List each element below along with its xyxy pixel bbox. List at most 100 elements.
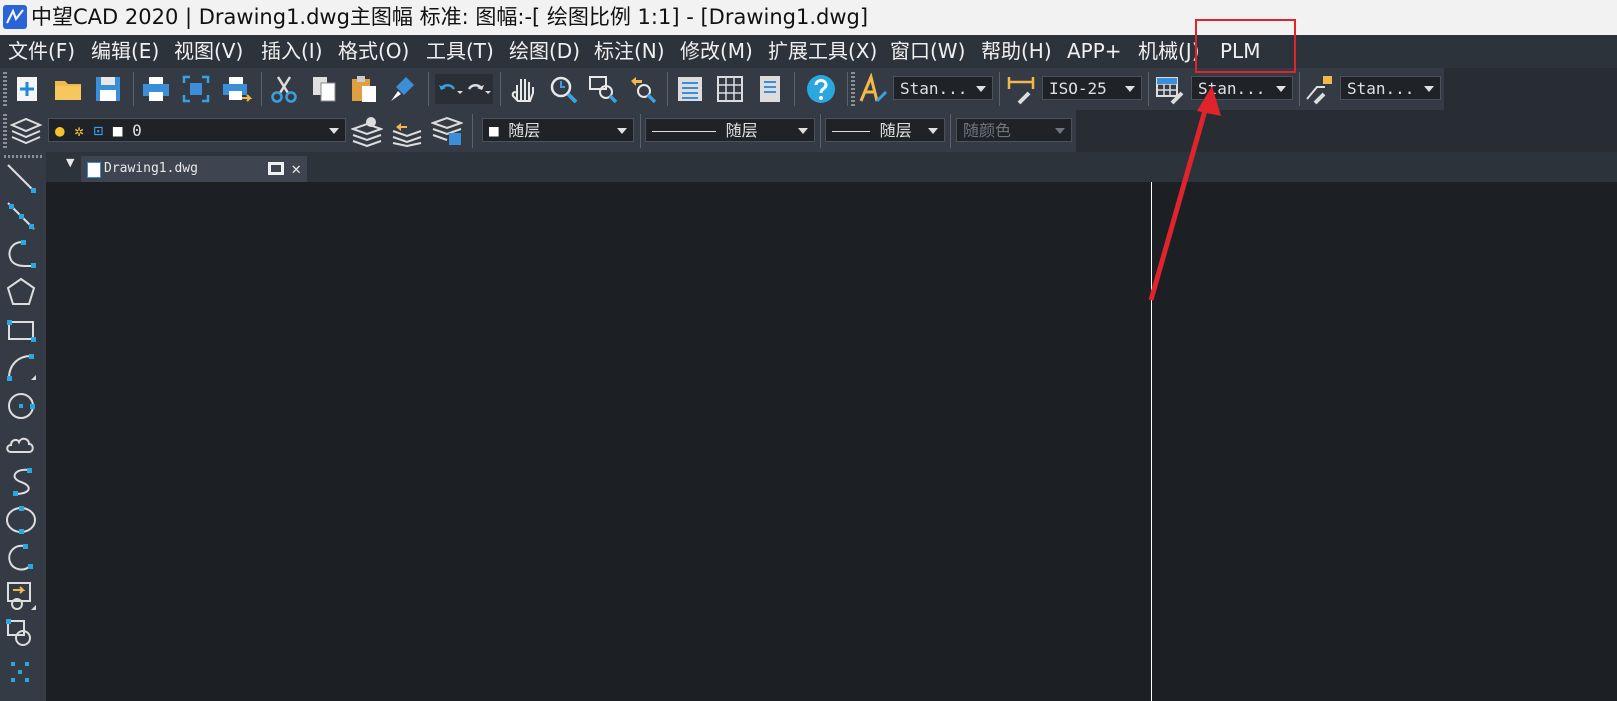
close-tab-icon[interactable]: ✕ — [291, 156, 301, 182]
multileader-style-dropdown[interactable]: Stan... — [1340, 76, 1441, 100]
zoom-window-icon[interactable] — [587, 73, 619, 105]
drawing-canvas[interactable] — [46, 182, 1617, 701]
separator — [500, 72, 501, 106]
save-icon[interactable] — [92, 73, 124, 105]
tool-palette-icon[interactable] — [754, 73, 786, 105]
copy-icon[interactable] — [308, 73, 340, 105]
rectangle-icon[interactable] — [5, 314, 37, 346]
print-preview-icon[interactable] — [180, 73, 212, 105]
dwg-file-icon — [87, 162, 101, 178]
standard-toolbar: Stan... ISO-25 Stan... Stan... — [0, 68, 1444, 111]
color-control-dropdown[interactable]: ■ 随层 — [482, 118, 634, 142]
batch-print-icon[interactable] — [220, 73, 252, 105]
menu-modify[interactable]: 修改(M) — [680, 35, 753, 68]
document-tab-bar: ▼ Drawing1.dwg ✕ — [46, 152, 1617, 182]
menu-tools[interactable]: 工具(T) — [426, 35, 494, 68]
zoom-previous-icon[interactable] — [627, 73, 659, 105]
layer-previous-icon[interactable] — [391, 115, 423, 147]
text-style-icon[interactable] — [857, 73, 889, 105]
paste-icon[interactable] — [348, 73, 380, 105]
arc-icon[interactable] — [5, 352, 37, 384]
open-folder-icon[interactable] — [52, 73, 84, 105]
make-object-layer-current-icon[interactable] — [351, 115, 383, 147]
menu-view[interactable]: 视图(V) — [174, 35, 243, 68]
title-bar: 中望CAD 2020 | Drawing1.dwg主图幅 标准: 图幅:-[ 绘… — [0, 0, 1617, 35]
menu-edit[interactable]: 编辑(E) — [91, 35, 159, 68]
menu-insert[interactable]: 插入(I) — [261, 35, 323, 68]
menu-format[interactable]: 格式(O) — [338, 35, 409, 68]
lineweight-value: 随层 — [879, 121, 912, 140]
menu-app-plus[interactable]: APP+ — [1067, 35, 1122, 68]
layer-state-manager-icon[interactable] — [431, 115, 463, 147]
separator — [950, 114, 951, 148]
menu-draw[interactable]: 绘图(D) — [509, 35, 580, 68]
plm-highlight-box — [1195, 19, 1296, 73]
lineweight-control-dropdown[interactable]: 随层 — [825, 118, 945, 142]
layer-lock-icon: ⊡ — [93, 121, 104, 140]
toolbar-empty-area — [1444, 68, 1617, 111]
layer-dropdown[interactable]: ● ✲ ⊡ ■ 0 — [48, 118, 346, 142]
separator — [667, 72, 668, 106]
polyline-icon[interactable] — [5, 238, 37, 270]
cut-icon[interactable] — [268, 73, 300, 105]
toolbar-grip[interactable] — [3, 114, 7, 150]
print-icon[interactable] — [140, 73, 172, 105]
toolbar-grip[interactable] — [4, 155, 42, 158]
dimension-style-dropdown[interactable]: ISO-25 — [1042, 76, 1142, 100]
design-center-icon[interactable] — [714, 73, 746, 105]
line-icon[interactable] — [5, 162, 37, 194]
table-style-dropdown[interactable]: Stan... — [1191, 76, 1293, 100]
window-title: 中望CAD 2020 | Drawing1.dwg主图幅 标准: 图幅:-[ 绘… — [31, 5, 869, 29]
linetype-preview-line — [652, 131, 716, 132]
app-logo-icon — [3, 5, 27, 29]
text-style-dropdown[interactable]: Stan... — [893, 76, 993, 100]
properties-palette-icon[interactable] — [674, 73, 706, 105]
menu-bar: 文件(F) 编辑(E) 视图(V) 插入(I) 格式(O) 工具(T) 绘图(D… — [0, 35, 1617, 68]
separator — [1148, 72, 1149, 106]
new-file-icon[interactable] — [12, 73, 44, 105]
multileader-style-value: Stan... — [1347, 79, 1415, 98]
menu-mechanical[interactable]: 机械(J) — [1138, 35, 1200, 68]
plot-style-dropdown: 随颜色 — [956, 118, 1072, 142]
create-block-icon[interactable] — [5, 618, 37, 650]
redo-icon[interactable] — [465, 79, 491, 99]
polygon-icon[interactable] — [5, 276, 37, 308]
multileader-style-icon[interactable] — [1303, 73, 1335, 105]
elliptical-arc-icon[interactable] — [5, 542, 37, 574]
tab-list-dropdown-icon[interactable]: ▼ — [66, 156, 74, 169]
construction-line-icon[interactable] — [5, 200, 37, 232]
dimension-style-value: ISO-25 — [1049, 79, 1107, 98]
table-style-value: Stan... — [1198, 79, 1266, 98]
menu-window[interactable]: 窗口(W) — [890, 35, 965, 68]
spline-icon[interactable] — [5, 466, 37, 498]
separator — [261, 72, 262, 106]
menu-file[interactable]: 文件(F) — [8, 35, 75, 68]
point-icon[interactable] — [5, 656, 37, 688]
pan-hand-icon[interactable] — [507, 73, 539, 105]
revision-cloud-icon[interactable] — [5, 428, 37, 460]
undo-icon[interactable] — [437, 79, 463, 99]
crosshair-cursor — [1151, 182, 1152, 701]
table-style-icon[interactable] — [1154, 73, 1186, 105]
text-style-value: Stan... — [900, 79, 968, 98]
layer-on-bulb-icon: ● — [55, 121, 65, 140]
circle-icon[interactable] — [5, 390, 37, 422]
menu-extended-tools[interactable]: 扩展工具(X) — [768, 35, 877, 68]
toolbar-grip[interactable] — [3, 72, 7, 108]
help-icon[interactable] — [805, 73, 837, 105]
separator — [133, 72, 134, 106]
insert-block-icon[interactable] — [5, 580, 37, 612]
separator — [1299, 72, 1300, 106]
match-properties-icon[interactable] — [388, 73, 420, 105]
layer-manager-icon[interactable] — [10, 115, 42, 147]
color-swatch: ■ — [489, 121, 499, 140]
new-tab-icon[interactable] — [267, 160, 285, 176]
menu-dimension[interactable]: 标注(N) — [594, 35, 665, 68]
separator — [640, 114, 641, 148]
toolbar-grip[interactable] — [851, 72, 855, 108]
ellipse-icon[interactable] — [5, 504, 37, 536]
menu-help[interactable]: 帮助(H) — [981, 35, 1052, 68]
dimension-style-icon[interactable] — [1005, 73, 1037, 105]
zoom-realtime-icon[interactable] — [547, 73, 579, 105]
linetype-control-dropdown[interactable]: 随层 — [645, 118, 815, 142]
